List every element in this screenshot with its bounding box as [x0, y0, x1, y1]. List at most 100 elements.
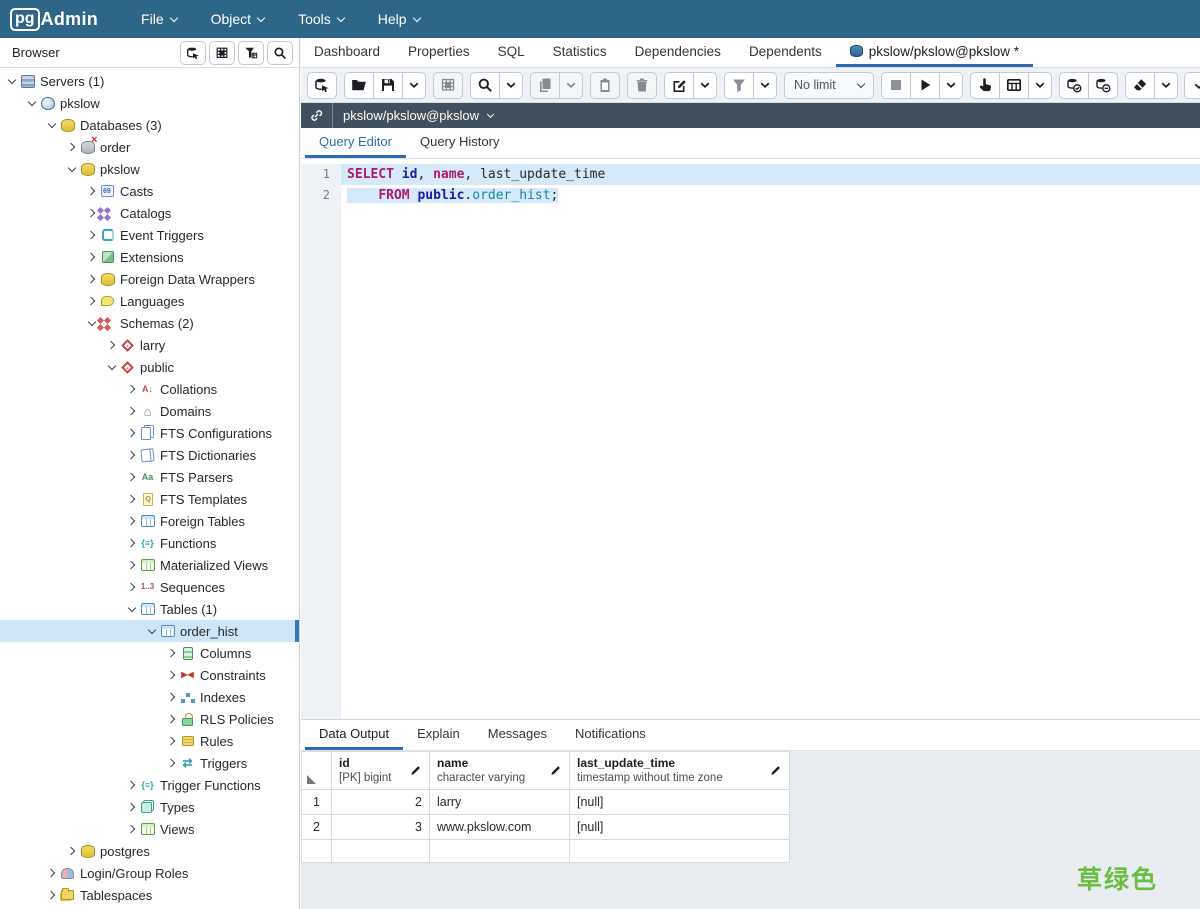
chevron-right-icon[interactable]: [124, 448, 139, 463]
chevron-right-icon[interactable]: [124, 426, 139, 441]
menu-object[interactable]: Object: [194, 0, 281, 38]
chevron-down-icon[interactable]: [64, 162, 79, 177]
table-view-icon[interactable]: [999, 72, 1029, 99]
menu-help[interactable]: Help: [361, 0, 437, 38]
chevron-right-icon[interactable]: [124, 580, 139, 595]
tree-item-casts[interactable]: Casts: [0, 180, 299, 202]
grid-cell[interactable]: [null]: [570, 815, 790, 840]
tree-item-tables-1[interactable]: Tables (1): [0, 598, 299, 620]
chevron-right-icon[interactable]: [64, 844, 79, 859]
chevron-right-icon[interactable]: [84, 294, 99, 309]
tree-item-tablespaces[interactable]: Tablespaces: [0, 884, 299, 906]
tree-item-rls-policies[interactable]: RLS Policies: [0, 708, 299, 730]
tree-item-catalogs[interactable]: Catalogs: [0, 202, 299, 224]
edit-cell-icon[interactable]: [409, 764, 422, 777]
edit-pencil-icon[interactable]: [664, 72, 694, 99]
delete-icon[interactable]: [627, 72, 657, 99]
grid-cell[interactable]: larry: [430, 790, 570, 815]
grid-cell[interactable]: [null]: [570, 790, 790, 815]
tree-item-public[interactable]: public: [0, 356, 299, 378]
connection-bar[interactable]: pkslow/pkslow@pkslow: [301, 103, 1200, 128]
chevron-down-icon[interactable]: [104, 360, 119, 375]
chevron-down-icon[interactable]: [4, 74, 19, 89]
chevron-right-icon[interactable]: [124, 822, 139, 837]
chevron-right-icon[interactable]: [124, 404, 139, 419]
chevron-right-icon[interactable]: [164, 734, 179, 749]
column-header-name[interactable]: namecharacter varying: [430, 752, 570, 790]
chevron-down-icon[interactable]: [144, 624, 159, 639]
tree-item-functions[interactable]: {≡}Functions: [0, 532, 299, 554]
tree-item-extensions[interactable]: Extensions: [0, 246, 299, 268]
chevron-down-icon[interactable]: [84, 316, 99, 331]
tree-item-types[interactable]: Types: [0, 796, 299, 818]
empty-row[interactable]: [302, 840, 790, 863]
tab-properties[interactable]: Properties: [394, 38, 484, 67]
tree-item-order-hist[interactable]: order_hist: [0, 620, 299, 642]
chevron-right-icon[interactable]: [124, 558, 139, 573]
query-tool-icon[interactable]: [180, 41, 206, 65]
tab-sql[interactable]: SQL: [484, 38, 539, 67]
chevron-right-icon[interactable]: [164, 690, 179, 705]
tab-dependents[interactable]: Dependents: [735, 38, 836, 67]
save-icon[interactable]: [373, 72, 403, 99]
edit-cell-icon[interactable]: [769, 764, 782, 777]
tab-notifications[interactable]: Notifications: [561, 720, 660, 750]
tree-item-views[interactable]: Views: [0, 818, 299, 840]
tree-item-rules[interactable]: Rules: [0, 730, 299, 752]
tree-item-pkslow[interactable]: pkslow: [0, 92, 299, 114]
rollback-icon[interactable]: [1088, 72, 1118, 99]
chevron-down-icon[interactable]: [44, 118, 59, 133]
tab-query-history[interactable]: Query History: [406, 128, 513, 158]
chevron-right-icon[interactable]: [124, 800, 139, 815]
chevron-right-icon[interactable]: [44, 888, 59, 903]
play-icon[interactable]: [910, 72, 940, 99]
stop-icon[interactable]: [881, 72, 911, 99]
paste-icon[interactable]: [590, 72, 620, 99]
sql-editor[interactable]: 1SELECT id, name, last_update_time2 FROM…: [301, 159, 1200, 719]
tab-dashboard[interactable]: Dashboard: [300, 38, 394, 67]
grid-cell[interactable]: 3: [332, 815, 430, 840]
tree-item-schemas-2[interactable]: Schemas (2): [0, 312, 299, 334]
chevron-down-icon[interactable]: [24, 96, 39, 111]
chevron-down-icon[interactable]: [499, 72, 523, 99]
row-number[interactable]: 2: [302, 815, 332, 840]
chevron-right-icon[interactable]: [124, 514, 139, 529]
chevron-right-icon[interactable]: [124, 492, 139, 507]
tab-explain[interactable]: Explain: [403, 720, 474, 750]
tree-item-indexes[interactable]: Indexes: [0, 686, 299, 708]
grid-cell[interactable]: 2: [332, 790, 430, 815]
tab-query-tool-active[interactable]: pkslow/pkslow@pkslow *: [836, 38, 1033, 67]
chevron-right-icon[interactable]: [44, 866, 59, 881]
chevron-right-icon[interactable]: [124, 470, 139, 485]
tree-item-fts-templates[interactable]: FTS Templates: [0, 488, 299, 510]
eraser-icon[interactable]: [1125, 72, 1155, 99]
tree-item-servers-1[interactable]: Servers (1): [0, 70, 299, 92]
tab-statistics[interactable]: Statistics: [539, 38, 621, 67]
tree-item-sequences[interactable]: 1..3Sequences: [0, 576, 299, 598]
chevron-right-icon[interactable]: [164, 646, 179, 661]
column-header-last-update-time[interactable]: last_update_timetimestamp without time z…: [570, 752, 790, 790]
tree-item-fts-parsers[interactable]: AaFTS Parsers: [0, 466, 299, 488]
tree-item-foreign-tables[interactable]: Foreign Tables: [0, 510, 299, 532]
copy-icon[interactable]: [530, 72, 560, 99]
row-number[interactable]: 1: [302, 790, 332, 815]
select-all-corner[interactable]: [302, 752, 332, 790]
tab-messages[interactable]: Messages: [474, 720, 561, 750]
tree-item-login-group-roles[interactable]: Login/Group Roles: [0, 862, 299, 884]
chevron-right-icon[interactable]: [124, 382, 139, 397]
hand-pointer-icon[interactable]: [970, 72, 1000, 99]
chevron-right-icon[interactable]: [84, 228, 99, 243]
menu-tools[interactable]: Tools: [281, 0, 361, 38]
tree-item-fts-dictionaries[interactable]: FTS Dictionaries: [0, 444, 299, 466]
chevron-right-icon[interactable]: [104, 338, 119, 353]
tree-item-postgres[interactable]: postgres: [0, 840, 299, 862]
tree-item-pkslow[interactable]: pkslow: [0, 158, 299, 180]
menu-file[interactable]: File: [124, 0, 194, 38]
row-limit-select[interactable]: No limit: [784, 72, 874, 99]
tree-item-order[interactable]: order: [0, 136, 299, 158]
tree-item-foreign-data-wrappers[interactable]: Foreign Data Wrappers: [0, 268, 299, 290]
tab-query-editor[interactable]: Query Editor: [305, 128, 406, 158]
overflow-button[interactable]: [1184, 72, 1200, 99]
chevron-down-icon[interactable]: [939, 72, 963, 99]
editor-line[interactable]: 1SELECT id, name, last_update_time: [301, 164, 1200, 185]
